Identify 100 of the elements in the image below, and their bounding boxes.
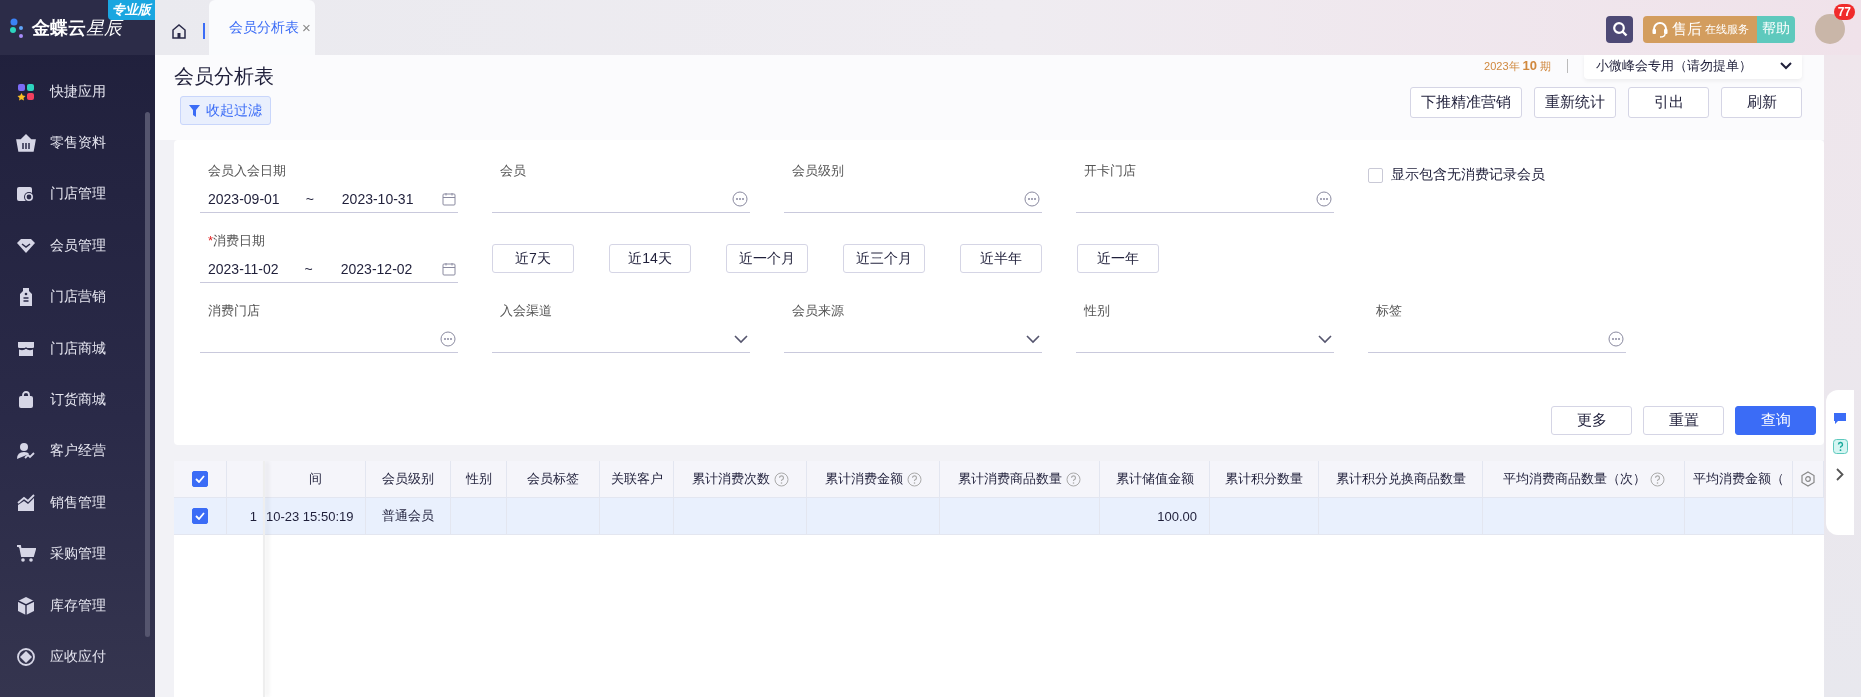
help-icon[interactable] [773,471,789,487]
column-header[interactable]: 性别 [451,461,507,497]
column-header[interactable]: 会员标签 [507,461,600,497]
action-button[interactable]: 引出 [1628,87,1709,118]
field-label: 入会渠道 [499,302,553,320]
date-shortcut-button[interactable]: 近三个月 [843,244,925,273]
sidebar-item[interactable]: 快捷应用 [0,66,155,118]
settings-icon[interactable] [1800,471,1816,487]
select-all-checkbox[interactable] [192,471,208,487]
chevron-down-icon[interactable] [1026,334,1040,344]
chat-icon[interactable] [1833,412,1847,425]
apps-icon [16,81,36,102]
sidebar-item[interactable]: 门店商城 [0,322,155,375]
date-range-field[interactable]: 2023-09-01 ~ 2023-10-31 [200,186,458,213]
action-button[interactable]: 下推精准营销 [1410,87,1522,118]
date-shortcut-button[interactable]: 近半年 [960,244,1042,273]
edition-badge: 专业版 [108,0,155,20]
search-icon [1611,21,1628,37]
sidebar-item[interactable]: 门店营销 [0,271,155,323]
trend-icon [16,492,36,513]
home-icon [171,23,187,39]
checkmark-icon [195,512,205,520]
chevron-down-icon[interactable] [1318,334,1332,344]
table-cell: 100.00 [1157,508,1197,524]
help-icon[interactable] [1832,439,1848,454]
sidebar-item[interactable]: 应收应付 [0,631,155,683]
help-icon[interactable] [906,471,922,487]
tab[interactable]: 会员分析表 × [209,0,315,55]
close-icon[interactable]: × [302,19,311,36]
shopping-bag-icon [16,390,36,411]
more-icon[interactable] [1608,331,1624,347]
field-label: 会员 [499,162,527,180]
field-label: 开卡门店 [1083,162,1137,180]
column-header[interactable]: 累计消费金额 [807,461,940,497]
search-button[interactable] [1606,15,1633,43]
date-shortcut-button[interactable]: 近一个月 [726,244,808,273]
cube-icon [16,595,36,616]
logo-icon [10,16,26,39]
column-header[interactable]: 关联客户 [600,461,674,497]
action-button[interactable]: 重新统计 [1534,87,1616,118]
more-icon[interactable] [440,331,456,347]
column-header[interactable]: 平均消费商品数量（次） [1483,461,1685,497]
checkmark-icon [195,475,205,483]
sidebar-item[interactable]: 零售资料 [0,117,155,169]
field-label: 会员级别 [791,162,845,180]
table-row[interactable]: 1 10-23 15:50:19 普通会员 100.00 [174,498,1824,535]
column-header[interactable]: 累计积分数量 [1210,461,1319,497]
filter-button[interactable]: 更多 [1551,406,1632,435]
column-header[interactable]: 累计消费次数 [674,461,807,497]
period-label: 2023年 10 期 [1484,58,1551,74]
more-icon[interactable] [732,191,748,207]
column-header[interactable]: 会员级别 [366,461,451,497]
scrollbar[interactable] [145,112,150,637]
sidebar-item[interactable]: 客户经营 [0,425,155,478]
user-chart-icon [16,441,36,462]
chevron-down-icon[interactable] [734,334,748,344]
column-header[interactable]: 累计消费商品数量 [940,461,1100,497]
basket-icon [16,133,36,154]
sidebar-item[interactable]: 采购管理 [0,528,155,580]
field-label: 消费门店 [207,302,261,320]
field-label: 会员入会日期 [207,162,287,180]
column-header[interactable]: 累计储值金额 [1100,461,1210,497]
row-checkbox[interactable] [192,508,208,524]
table-cell: 10-23 15:50:19 [266,508,354,524]
field-label: *消费日期 [207,232,267,250]
filter-icon [189,104,200,117]
more-icon[interactable] [1024,191,1040,207]
sidebar-item[interactable]: 会员管理 [0,220,155,272]
calendar-icon[interactable] [442,192,456,206]
field-label: 性别 [1083,302,1111,320]
query-button[interactable]: 查询 [1735,406,1816,435]
date-range-field[interactable]: 2023-11-02 ~ 2023-12-02 [200,256,458,283]
more-icon[interactable] [1316,191,1332,207]
collapse-filter-button[interactable]: 收起过滤 [180,96,271,125]
page-title: 会员分析表 [174,64,274,89]
help-icon[interactable] [1066,471,1081,487]
field-label: 会员来源 [791,302,845,320]
notification-badge: 77 [1833,4,1855,20]
column-header[interactable]: 累计积分兑换商品数量 [1319,461,1483,497]
date-shortcut-button[interactable]: 近7天 [492,244,574,273]
date-shortcut-button[interactable]: 近14天 [609,244,691,273]
org-selector[interactable]: 小微峰会专用（请勿提单） [1584,53,1802,79]
avatar[interactable] [1815,14,1845,44]
action-button[interactable]: 刷新 [1721,87,1802,118]
store-camera-icon [16,184,36,205]
headset-icon [1651,20,1669,38]
chevron-right-icon[interactable] [1836,468,1844,481]
checkbox[interactable] [1368,167,1383,183]
sidebar-item[interactable]: 库存管理 [0,579,155,632]
sidebar-item[interactable]: 门店管理 [0,168,155,221]
date-shortcut-button[interactable]: 近一年 [1077,244,1159,273]
cart-icon [16,544,36,565]
sidebar-item[interactable]: 订货商城 [0,374,155,426]
calendar-icon[interactable] [442,262,456,276]
chevron-down-icon [1780,62,1792,70]
sidebar-item[interactable]: 销售管理 [0,477,155,529]
help-icon[interactable] [1649,471,1665,487]
field-label: 标签 [1375,302,1403,320]
filter-button[interactable]: 重置 [1643,406,1724,435]
column-header[interactable]: 平均消费金额（ [1685,461,1793,497]
